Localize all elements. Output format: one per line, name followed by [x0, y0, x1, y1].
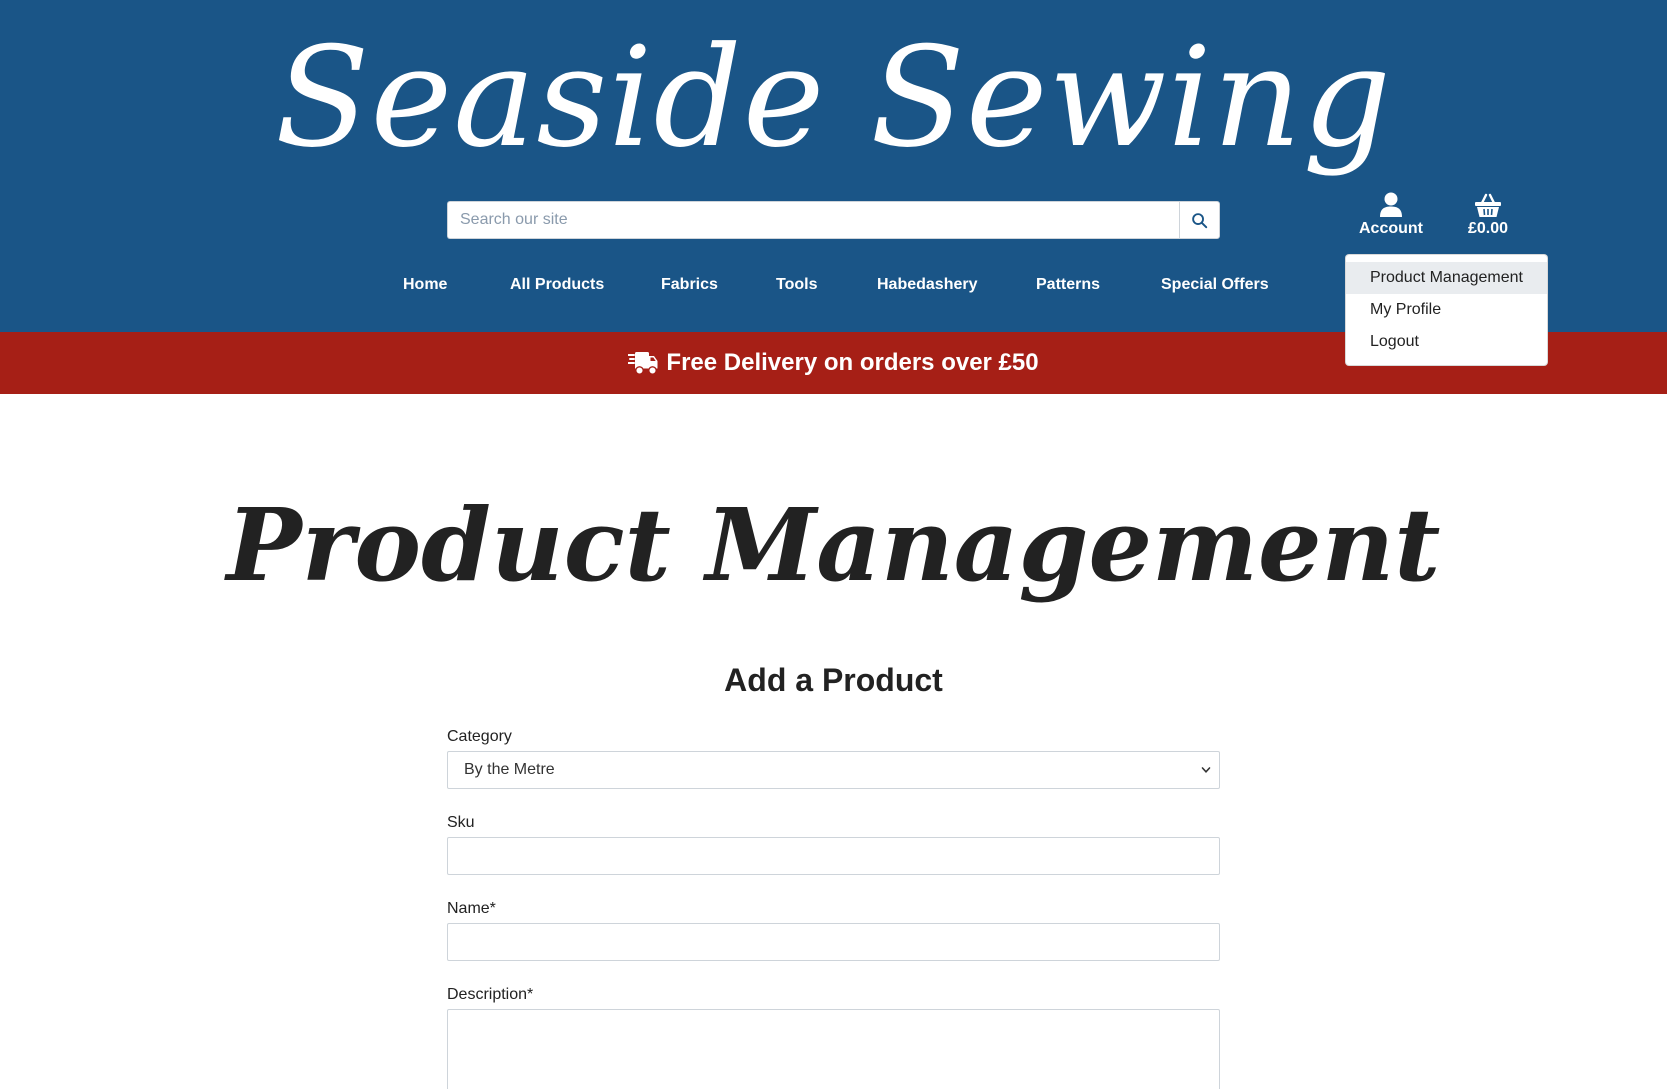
site-logo[interactable]: Seaside Sewing	[0, 8, 1667, 188]
sku-label: Sku	[447, 814, 475, 831]
section-title: Add a Product	[724, 662, 943, 698]
sku-input[interactable]	[447, 837, 1220, 875]
nav-tools[interactable]: Tools	[776, 276, 817, 294]
delivery-banner-text: Free Delivery on orders over £50	[666, 349, 1039, 376]
add-product-form: Category By the Metre Sku Name* Descript…	[447, 727, 1220, 1089]
nav-home[interactable]: Home	[403, 276, 447, 294]
account-link[interactable]: Account	[1356, 192, 1426, 238]
account-label: Account	[1359, 220, 1423, 237]
search-icon	[1192, 212, 1208, 228]
menu-item-product-management[interactable]: Product Management	[1346, 262, 1547, 294]
nav-fabrics[interactable]: Fabrics	[661, 276, 718, 294]
nav-patterns[interactable]: Patterns	[1036, 276, 1100, 294]
truck-fast-icon	[628, 352, 658, 375]
menu-item-my-profile[interactable]: My Profile	[1346, 294, 1547, 326]
basket-icon	[1475, 193, 1501, 217]
basket-link[interactable]: £0.00	[1458, 192, 1518, 238]
search-form	[447, 201, 1220, 239]
description-label: Description*	[447, 986, 534, 1003]
nav-special-offers[interactable]: Special Offers	[1161, 276, 1269, 294]
chevron-down-icon	[1201, 767, 1211, 773]
menu-item-logout[interactable]: Logout	[1346, 326, 1547, 358]
basket-total: £0.00	[1467, 220, 1509, 237]
search-button[interactable]	[1179, 201, 1220, 239]
account-dropdown-menu: Product Management My Profile Logout	[1345, 254, 1548, 366]
nav-habedashery[interactable]: Habedashery	[877, 276, 978, 294]
category-label: Category	[447, 728, 512, 745]
name-label: Name*	[447, 900, 496, 917]
category-selected-value: By the Metre	[464, 761, 555, 778]
page-title: Product Management	[226, 486, 1441, 604]
description-textarea[interactable]	[447, 1009, 1220, 1089]
user-icon	[1380, 192, 1402, 217]
name-input[interactable]	[447, 923, 1220, 961]
search-input[interactable]	[447, 201, 1179, 239]
nav-all-products[interactable]: All Products	[510, 276, 604, 294]
category-select[interactable]: By the Metre	[447, 751, 1220, 789]
